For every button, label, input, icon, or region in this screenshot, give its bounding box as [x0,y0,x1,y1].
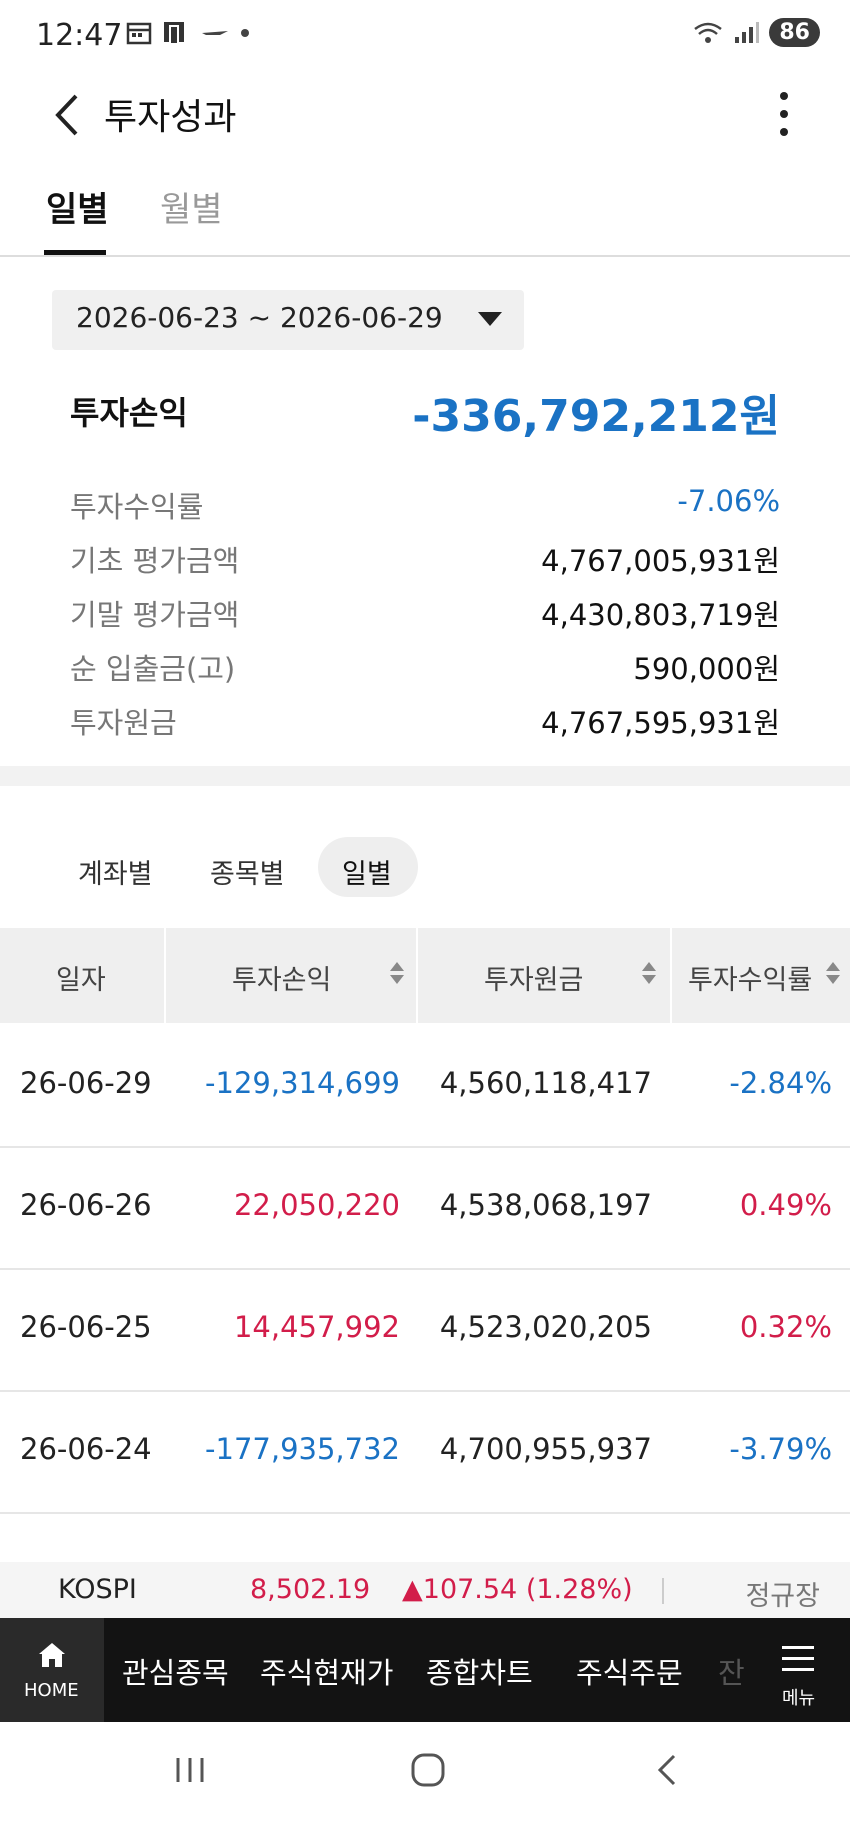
home-button[interactable] [0,1618,104,1722]
status-system-icons: 86 [693,18,820,47]
cell-date: 26-06-25 [20,1310,152,1344]
column-header-return[interactable]: 투자수익률 [688,958,812,997]
tab-monthly[interactable]: 월별 [160,182,223,231]
nav-current-price[interactable]: 주식현재가 [260,1650,393,1692]
home-circle-icon[interactable] [410,1752,446,1788]
index-name: KOSPI [58,1574,137,1605]
column-header-date: 일자 [56,965,106,996]
nav-watchlist[interactable]: 관심종목 [122,1650,229,1692]
page-title: 투자성과 [104,97,237,138]
table-row[interactable]: 26-06-25 14,457,992 4,523,020,205 0.32% [0,1268,850,1392]
column-header-pnl[interactable]: 투자손익 [232,958,331,997]
calendar-icon [126,22,152,45]
index-separator [662,1578,664,1604]
summary-return-label: 투자수익률 [70,490,204,524]
section-divider [0,766,850,786]
summary-end-value-label: 기말 평가금액 [70,598,240,632]
cell-pnl: 14,457,992 [233,1310,400,1344]
home-label: HOME [24,1680,79,1701]
cell-return: 0.32% [739,1310,832,1344]
document-icon [164,22,184,45]
column-header-principal[interactable]: 투자원금 [484,958,583,997]
cell-pnl: -177,935,732 [205,1432,400,1466]
cell-pnl: -129,314,699 [205,1066,400,1100]
cell-principal: 4,560,118,417 [439,1066,652,1100]
cell-date: 26-06-24 [20,1432,152,1466]
summary-pnl-value: -336,792,212원 [412,391,780,442]
table-row[interactable]: 26-06-26 22,050,220 4,538,068,197 0.49% [0,1146,850,1270]
market-session: 정규장 [745,1581,820,1612]
recent-apps-icon[interactable] [172,1754,208,1786]
subtab-daily[interactable]: 일별 [342,852,392,891]
date-range-text: 2026-06-23 ~ 2026-06-29 [76,301,443,334]
more-options-icon[interactable] [778,92,790,138]
nav-overflow-item[interactable]: 잔 [718,1650,745,1692]
system-back-icon[interactable] [652,1752,682,1788]
airplane-icon [202,31,228,35]
cell-return: 0.49% [739,1188,832,1222]
signal-icon [735,21,760,43]
summary-principal-label: 투자원금 [70,706,177,740]
index-change: ▲107.54 (1.28%) [402,1574,633,1605]
nav-chart[interactable]: 종합차트 [426,1650,533,1692]
tab-daily[interactable]: 일별 [46,182,109,231]
hamburger-menu-icon [782,1646,814,1679]
cell-principal: 4,700,955,937 [439,1432,652,1466]
cell-return: -2.84% [729,1066,832,1100]
summary-pnl-label: 투자손익 [70,394,188,432]
index-value: 8,502.19 [250,1574,371,1605]
summary-return-value: -7.06% [677,484,780,518]
table-header-separator [164,928,166,1023]
cell-pnl: 22,050,220 [233,1188,400,1222]
dropdown-caret-icon [478,312,502,326]
menu-label: 메뉴 [782,1688,816,1709]
table-header-separator [670,928,672,1023]
summary-begin-value-label: 기초 평가금액 [70,544,240,578]
tab-divider [0,255,850,257]
battery-indicator: 86 [769,18,820,47]
cell-principal: 4,523,020,205 [439,1310,652,1344]
back-arrow-icon[interactable] [48,90,88,140]
summary-end-value: 4,430,803,719원 [541,598,780,632]
wifi-icon [694,22,723,43]
home-icon [39,1643,65,1667]
status-notification-icons [126,20,250,46]
cell-principal: 4,538,068,197 [439,1188,652,1222]
cell-return: -3.79% [729,1432,832,1466]
sort-icon[interactable] [826,962,840,990]
table-header-separator [416,928,418,1023]
subtab-by-stock[interactable]: 종목별 [210,852,285,891]
nav-order[interactable]: 주식주문 [576,1650,683,1692]
dot-icon [241,29,249,37]
table-row[interactable]: 26-06-24 -177,935,732 4,700,955,937 -3.7… [0,1390,850,1514]
summary-net-flow-value: 590,000원 [633,652,780,686]
status-time: 12:47 [36,18,123,53]
cell-date: 26-06-26 [20,1188,152,1222]
summary-net-flow-label: 순 입출금(고) [70,652,236,686]
table-row[interactable]: 26-06-29 -129,314,699 4,560,118,417 -2.8… [0,1024,850,1148]
subtab-by-account[interactable]: 계좌별 [78,852,153,891]
cell-date: 26-06-29 [20,1066,152,1100]
sort-icon[interactable] [642,962,656,990]
summary-principal-value: 4,767,595,931원 [541,706,780,740]
sort-icon[interactable] [390,962,404,990]
summary-begin-value: 4,767,005,931원 [541,544,780,578]
